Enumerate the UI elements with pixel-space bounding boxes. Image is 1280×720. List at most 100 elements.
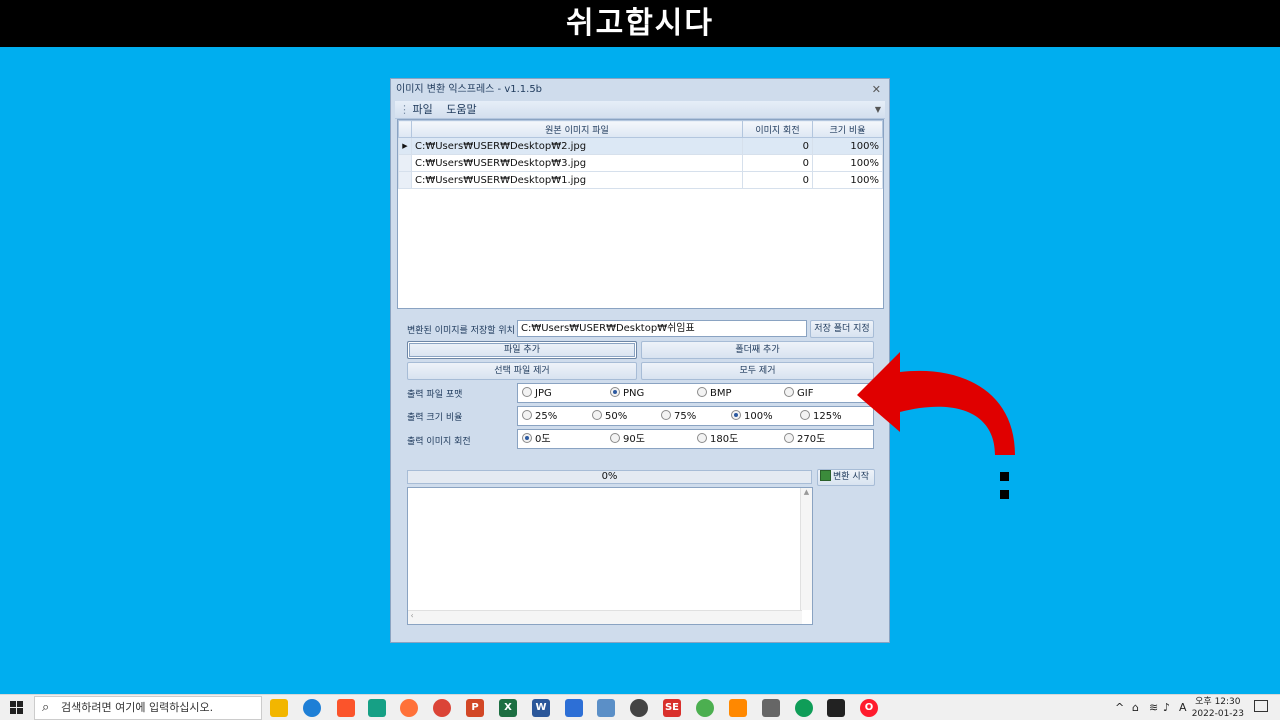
table-row[interactable]: C:₩Users₩USER₩Desktop₩1.jpg 0 100% (398, 171, 883, 189)
save-folder-button[interactable]: 저장 폴더 지정 (810, 320, 874, 338)
radio-icon (522, 410, 532, 420)
vertical-scrollbar[interactable]: ▲ (800, 488, 812, 610)
calculator-icon[interactable] (762, 699, 780, 717)
app-teal-icon[interactable] (368, 699, 386, 717)
rotation-label: 출력 이미지 회전 (407, 437, 471, 447)
rotation-radio-group: 0도 90도 180도 270도 (517, 429, 874, 449)
firefox-icon[interactable] (400, 699, 418, 717)
grip-icon: ⋮ (399, 103, 410, 116)
table-row[interactable]: ▶ C:₩Users₩USER₩Desktop₩2.jpg 0 100% (398, 137, 883, 155)
app-red-icon[interactable]: SE (663, 699, 681, 717)
app-window: 이미지 변환 익스프레스 - v1.1.5b ✕ ⋮ 파일 도움말 ▼ 원본 이… (390, 78, 890, 643)
scale-option-75[interactable]: 75% (661, 410, 696, 423)
log-textarea[interactable]: ▲ ‹ (407, 487, 813, 625)
format-radio-group: JPG PNG BMP GIF (517, 383, 874, 403)
powerpoint-icon[interactable]: P (466, 699, 484, 717)
scale-option-25[interactable]: 25% (522, 410, 557, 423)
search-app-icon[interactable] (630, 699, 648, 717)
word-icon[interactable]: W (532, 699, 550, 717)
app-green-icon[interactable] (696, 699, 714, 717)
radio-checked-icon (522, 433, 532, 443)
cell-file[interactable]: C:₩Users₩USER₩Desktop₩2.jpg (411, 137, 743, 155)
cell-scale[interactable]: 100% (812, 137, 883, 155)
menu-file[interactable]: 파일 (413, 101, 433, 119)
add-file-button[interactable]: 파일 추가 (407, 341, 637, 359)
radio-icon (697, 433, 707, 443)
radio-icon (784, 433, 794, 443)
cell-rotation[interactable]: 0 (742, 171, 813, 189)
close-icon[interactable]: ✕ (872, 79, 881, 101)
vlc-icon[interactable] (729, 699, 747, 717)
format-label: 출력 파일 포맷 (407, 390, 463, 400)
network-icon[interactable]: ⌂ (1132, 695, 1139, 720)
format-option-gif[interactable]: GIF (784, 387, 813, 400)
format-option-png[interactable]: PNG (610, 387, 644, 400)
menu-help[interactable]: 도움말 (446, 101, 476, 119)
app-blue-icon[interactable] (565, 699, 583, 717)
rotation-option-180[interactable]: 180도 (697, 433, 738, 446)
cell-scale[interactable]: 100% (812, 154, 883, 172)
rotation-option-0[interactable]: 0도 (522, 433, 551, 446)
window-titlebar[interactable]: 이미지 변환 익스프레스 - v1.1.5b ✕ (391, 79, 889, 101)
grid-header: 원본 이미지 파일 이미지 회전 크기 비율 (398, 120, 883, 138)
column-header-rotation[interactable]: 이미지 회전 (742, 120, 813, 138)
wifi-icon[interactable]: ≋ (1149, 695, 1158, 720)
column-header-file[interactable]: 원본 이미지 파일 (411, 120, 743, 138)
start-convert-button[interactable]: 변환 시작 (817, 469, 875, 486)
file-explorer-icon[interactable] (270, 699, 288, 717)
window-title: 이미지 변환 익스프레스 - v1.1.5b (396, 84, 543, 95)
chrome-icon[interactable] (433, 699, 451, 717)
clock-time: 오후 12:30 (1195, 697, 1241, 707)
horizontal-scrollbar[interactable]: ‹ (408, 610, 802, 624)
scale-option-125[interactable]: 125% (800, 410, 842, 423)
row-header (398, 154, 412, 172)
taskbar-clock[interactable]: 오후 12:30 2022-01-23 (1192, 696, 1244, 720)
volume-icon[interactable]: ♪ (1163, 695, 1170, 720)
tray-chevron-icon[interactable]: ^ (1115, 695, 1124, 720)
scale-radio-group: 25% 50% 75% 100% 125% (517, 406, 874, 426)
radio-checked-icon (610, 387, 620, 397)
radio-checked-icon (731, 410, 741, 420)
scale-option-100[interactable]: 100% (731, 410, 773, 423)
ime-indicator[interactable]: A (1179, 695, 1187, 720)
row-header (398, 171, 412, 189)
chrome-2-icon[interactable] (795, 699, 813, 717)
brave-icon[interactable] (337, 699, 355, 717)
cell-scale[interactable]: 100% (812, 171, 883, 189)
app-yellow-icon[interactable] (827, 699, 845, 717)
chevron-down-icon[interactable]: ▼ (875, 101, 881, 119)
rotation-option-90[interactable]: 90도 (610, 433, 645, 446)
rotation-option-270[interactable]: 270도 (784, 433, 825, 446)
windows-start-icon[interactable] (10, 701, 24, 715)
taskbar-search-input[interactable]: ⌕ 검색하려면 여기에 입력하십시오. (34, 696, 262, 720)
save-path-input[interactable]: C:₩Users₩USER₩Desktop₩쉬임표 (517, 320, 807, 337)
row-header-corner (398, 120, 412, 138)
progress-bar: 0% (407, 470, 812, 484)
remove-selected-button[interactable]: 선택 파일 제거 (407, 362, 637, 380)
edge-icon[interactable] (303, 699, 321, 717)
opera-icon[interactable]: O (860, 699, 878, 717)
add-folder-button[interactable]: 폴더째 추가 (641, 341, 874, 359)
save-location-label: 변환된 이미지를 저장할 위치 (407, 326, 515, 336)
table-row[interactable]: C:₩Users₩USER₩Desktop₩3.jpg 0 100% (398, 154, 883, 172)
scale-option-50[interactable]: 50% (592, 410, 627, 423)
format-option-jpg[interactable]: JPG (522, 387, 552, 400)
row-pointer-icon: ▶ (398, 137, 412, 155)
file-grid[interactable]: 원본 이미지 파일 이미지 회전 크기 비율 ▶ C:₩Users₩USER₩D… (397, 119, 884, 309)
cell-file[interactable]: C:₩Users₩USER₩Desktop₩3.jpg (411, 154, 743, 172)
format-option-bmp[interactable]: BMP (697, 387, 732, 400)
banner-title: 쉬고합시다 (0, 0, 1280, 47)
cell-rotation[interactable]: 0 (742, 137, 813, 155)
radio-icon (610, 433, 620, 443)
monitor-icon[interactable] (597, 699, 615, 717)
cell-file[interactable]: C:₩Users₩USER₩Desktop₩1.jpg (411, 171, 743, 189)
radio-icon (800, 410, 810, 420)
dot-icon (1000, 472, 1009, 481)
menu-bar: ⋮ 파일 도움말 ▼ (395, 101, 885, 119)
cell-rotation[interactable]: 0 (742, 154, 813, 172)
remove-all-button[interactable]: 모두 제거 (641, 362, 874, 380)
excel-icon[interactable]: X (499, 699, 517, 717)
notification-icon[interactable] (1254, 700, 1268, 712)
clock-date: 2022-01-23 (1191, 709, 1244, 719)
column-header-scale[interactable]: 크기 비율 (812, 120, 883, 138)
